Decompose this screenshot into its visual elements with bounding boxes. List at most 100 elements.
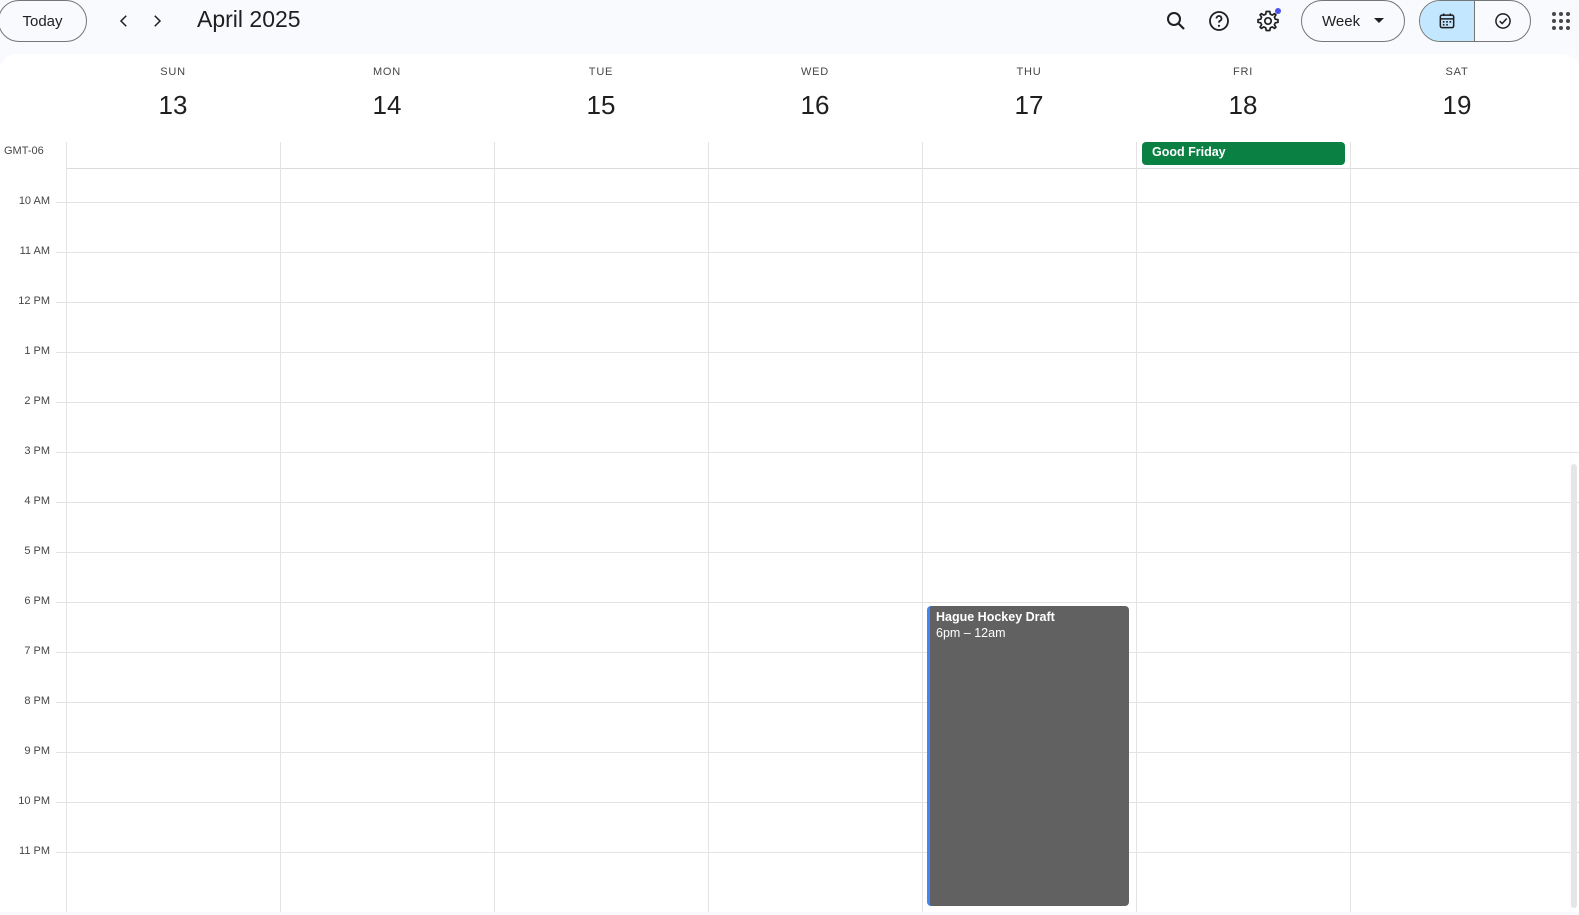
hour-line	[66, 702, 1579, 703]
hour-label: 12 PM	[18, 295, 50, 307]
previous-week-button[interactable]	[108, 5, 140, 37]
hour-label: 10 AM	[18, 195, 50, 207]
help-icon	[1209, 11, 1229, 31]
day-number[interactable]: 15	[494, 90, 708, 121]
hour-label: 2 PM	[24, 395, 50, 407]
calendar-icon	[1439, 13, 1455, 29]
day-name: WED	[800, 66, 830, 78]
day-name: MON	[372, 66, 402, 78]
calendar-event[interactable]: Hague Hockey Draft 6pm – 12am	[927, 606, 1129, 906]
view-toggle-group	[1419, 0, 1531, 42]
next-week-button[interactable]	[141, 5, 173, 37]
month-title: April 2025	[197, 6, 301, 32]
hour-line	[66, 552, 1579, 553]
caret-down-icon	[1374, 18, 1384, 23]
hour-label: 6 PM	[24, 595, 50, 607]
hour-line	[66, 802, 1579, 803]
day-name: SUN	[160, 66, 186, 78]
day-column-divider	[1136, 142, 1137, 912]
hour-tick	[56, 852, 66, 853]
all-day-row[interactable]: Good Friday	[0, 142, 1579, 168]
calendar-view-button[interactable]	[1420, 1, 1476, 41]
hour-tick	[56, 552, 66, 553]
hour-line	[66, 252, 1579, 253]
apps-button[interactable]	[1548, 8, 1574, 34]
day-header-tue[interactable]: TUE 15	[494, 54, 708, 142]
week-grid: SUN 13 MON 14 TUE 15 WED 16 THU 17 FRI 1…	[0, 54, 1579, 912]
hour-line	[66, 402, 1579, 403]
hour-label: 10 PM	[18, 795, 50, 807]
hour-tick	[56, 702, 66, 703]
event-time: 6pm – 12am	[936, 626, 1006, 640]
hour-tick	[56, 252, 66, 253]
top-toolbar: Today April 2025 Week	[0, 0, 1579, 54]
day-number[interactable]: 19	[1350, 90, 1564, 121]
hour-label: 7 PM	[24, 645, 50, 657]
day-name: SAT	[1445, 66, 1469, 78]
all-day-divider	[66, 168, 1579, 169]
vertical-scrollbar[interactable]	[1571, 464, 1577, 908]
hour-line	[66, 452, 1579, 453]
tasks-view-button[interactable]	[1475, 1, 1530, 41]
all-day-event[interactable]: Good Friday	[1142, 142, 1345, 165]
hour-tick	[56, 302, 66, 303]
day-column-divider	[922, 142, 923, 912]
day-name: FRI	[1232, 66, 1254, 78]
day-header-sun[interactable]: SUN 13	[66, 54, 280, 142]
today-button[interactable]: Today	[0, 0, 87, 42]
day-name: TUE	[588, 66, 614, 78]
day-column-divider	[494, 142, 495, 912]
notification-dot	[1275, 8, 1281, 14]
day-number[interactable]: 13	[66, 90, 280, 121]
search-icon	[1167, 12, 1185, 30]
day-header-thu[interactable]: THU 17	[922, 54, 1136, 142]
day-column-divider	[66, 142, 67, 912]
hour-label: 8 PM	[24, 695, 50, 707]
day-column-divider	[708, 142, 709, 912]
hour-tick	[56, 352, 66, 353]
hour-tick	[56, 652, 66, 653]
day-number[interactable]: 18	[1136, 90, 1350, 121]
event-title: Hague Hockey Draft	[936, 610, 1055, 624]
hour-label: 11 AM	[19, 245, 50, 257]
hour-label: 9 PM	[24, 745, 50, 757]
day-header-mon[interactable]: MON 14	[280, 54, 494, 142]
day-header-wed[interactable]: WED 16	[708, 54, 922, 142]
hour-line	[66, 502, 1579, 503]
hour-line	[66, 852, 1579, 853]
task-check-icon	[1494, 13, 1511, 29]
view-selector-label: Week	[1322, 12, 1361, 30]
day-column-divider	[1350, 142, 1351, 912]
hour-tick	[56, 452, 66, 453]
day-number[interactable]: 17	[922, 90, 1136, 121]
hour-tick	[56, 602, 66, 603]
help-button[interactable]	[1202, 4, 1236, 38]
hour-label: 5 PM	[24, 545, 50, 557]
day-header-fri[interactable]: FRI 18	[1136, 54, 1350, 142]
chevron-left-icon	[119, 15, 127, 27]
settings-button[interactable]	[1251, 4, 1285, 38]
apps-grid-icon	[1552, 12, 1570, 30]
day-name: THU	[1016, 66, 1042, 78]
hour-line	[66, 602, 1579, 603]
hour-line	[66, 652, 1579, 653]
hour-line	[66, 302, 1579, 303]
hour-tick	[56, 402, 66, 403]
hour-label: 3 PM	[24, 445, 50, 457]
day-column-divider	[280, 142, 281, 912]
hour-line	[66, 202, 1579, 203]
hour-tick	[56, 502, 66, 503]
hour-label: 1 PM	[24, 345, 50, 357]
hour-tick	[56, 802, 66, 803]
hour-line	[66, 752, 1579, 753]
day-header-sat[interactable]: SAT 19	[1350, 54, 1564, 142]
chevron-right-icon	[154, 15, 162, 27]
hour-tick	[56, 752, 66, 753]
view-selector[interactable]: Week	[1301, 0, 1405, 42]
search-button[interactable]	[1159, 4, 1193, 38]
day-number[interactable]: 14	[280, 90, 494, 121]
day-number[interactable]: 16	[708, 90, 922, 121]
hour-line	[66, 352, 1579, 353]
hour-tick	[56, 202, 66, 203]
hour-label: 4 PM	[24, 495, 50, 507]
